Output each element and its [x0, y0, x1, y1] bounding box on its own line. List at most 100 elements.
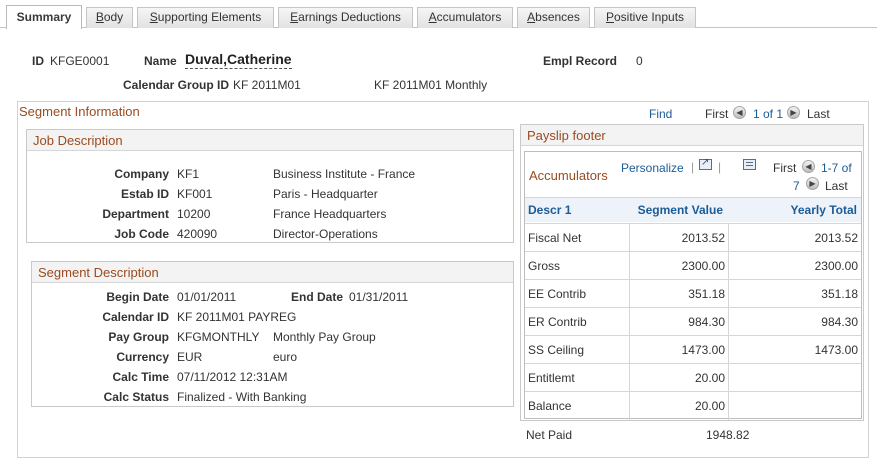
accumulators-grid: Accumulators Personalize | | First ◀ 1-7… — [524, 151, 862, 420]
tab-supporting-accesskey: S — [149, 10, 158, 24]
pay-group-desc: Monthly Pay Group — [273, 330, 376, 344]
yearly-total-cell — [730, 392, 858, 420]
currency-desc: euro — [273, 350, 298, 364]
end-date-value: 01/31/2011 — [349, 290, 409, 304]
chevron-right-icon[interactable]: ▶ — [806, 177, 819, 190]
descr-cell: EE Contrib — [528, 287, 587, 301]
chevron-right-icon[interactable]: ▶ — [787, 106, 800, 119]
column-divider — [629, 392, 630, 420]
column-divider — [728, 392, 729, 420]
tab-earnings-accesskey: E — [290, 10, 299, 24]
job-code-code: 420090 — [177, 227, 218, 241]
yearly-total-cell: 1473.00 — [814, 343, 858, 357]
pay-group-label: Pay Group — [108, 330, 169, 344]
calendar-id-value: KF 2011M01 PAYREG — [177, 310, 297, 324]
grid-header: Descr 1 Segment Value Yearly Total — [525, 197, 861, 222]
empl-record-value: 0 — [636, 54, 643, 68]
table-row: Balance 20.00 — [525, 391, 861, 420]
tab-earnings-deductions[interactable]: Earnings Deductions — [278, 7, 413, 28]
yearly-total-cell — [730, 364, 858, 392]
tab-supporting-elements[interactable]: Supporting Elements — [137, 7, 274, 28]
yearly-total-cell: 984.30 — [821, 315, 858, 329]
company-code: KF1 — [177, 167, 200, 181]
column-yearly-total[interactable]: Yearly Total — [729, 198, 857, 223]
department-code: 10200 — [177, 207, 211, 221]
accumulators-title: Accumulators — [529, 168, 608, 183]
job-description-box: Job Description — [26, 129, 514, 243]
tab-supporting-label: upporting Elements — [157, 10, 262, 24]
segment-value-cell: 1473.00 — [681, 343, 725, 357]
column-divider — [728, 364, 729, 392]
job-code-label: Job Code — [114, 227, 169, 241]
tab-accumulators[interactable]: Accumulators — [417, 7, 513, 28]
tab-positive-label: ositive Inputs — [613, 10, 685, 24]
tab-absences-accesskey: A — [527, 10, 536, 24]
column-descr[interactable]: Descr 1 — [528, 198, 571, 223]
yearly-total-cell: 2300.00 — [814, 259, 858, 273]
tab-body-label: ody — [103, 10, 124, 24]
job-description-title: Job Description — [27, 130, 513, 151]
segment-description-title: Segment Description — [32, 262, 513, 283]
descr-cell: Balance — [528, 399, 572, 413]
spreadsheet-icon[interactable] — [743, 159, 757, 170]
descr-cell: Entitlemt — [528, 371, 575, 385]
grid-first-label: First — [773, 161, 797, 175]
net-paid-label: Net Paid — [526, 428, 573, 442]
chevron-left-icon[interactable]: ◀ — [733, 106, 746, 119]
id-value: KFGE0001 — [50, 54, 110, 68]
zoom-icon[interactable] — [699, 157, 712, 170]
column-divider — [728, 280, 729, 308]
begin-date-label: Begin Date — [106, 290, 169, 304]
descr-cell: SS Ceiling — [528, 343, 585, 357]
table-row: Entitlemt 20.00 — [525, 363, 861, 392]
grid-last-label: Last — [825, 179, 848, 193]
tab-accumulators-accesskey: A — [428, 10, 437, 24]
yearly-total-cell: 2013.52 — [814, 231, 858, 245]
separator: | — [718, 160, 722, 174]
column-divider — [629, 280, 630, 308]
find-link[interactable]: Find — [649, 107, 672, 121]
column-divider — [629, 224, 630, 252]
column-segment-value[interactable]: Segment Value — [631, 198, 723, 223]
pay-group-value: KFGMONTHLY — [177, 330, 260, 344]
segment-range: 1 of 1 — [753, 107, 784, 121]
currency-value: EUR — [177, 350, 203, 364]
segment-first-label: First — [705, 107, 729, 121]
id-label: ID — [32, 54, 44, 68]
net-paid-value: 1948.82 — [706, 428, 750, 442]
company-label: Company — [114, 167, 169, 181]
grid-range-b: 7 — [793, 179, 800, 193]
table-row: SS Ceiling 1473.00 1473.00 — [525, 335, 861, 364]
segment-last-label: Last — [807, 107, 830, 121]
calc-time-value: 07/11/2012 12:31AM — [177, 370, 288, 384]
column-divider — [728, 336, 729, 364]
segment-value-cell: 20.00 — [694, 399, 725, 413]
tab-body-accesskey: B — [95, 10, 104, 24]
name-label: Name — [144, 54, 177, 68]
tab-positive-inputs[interactable]: Positive Inputs — [594, 7, 696, 28]
begin-date-value: 01/01/2011 — [177, 290, 237, 304]
descr-cell: ER Contrib — [528, 315, 587, 329]
tab-summary[interactable]: Summary — [6, 5, 82, 29]
estab-id-code: KF001 — [177, 187, 213, 201]
table-row: ER Contrib 984.30 984.30 — [525, 307, 861, 336]
yearly-total-cell: 351.18 — [821, 287, 858, 301]
calendar-group-value: KF 2011M01 — [233, 78, 301, 92]
separator: | — [691, 160, 695, 174]
chevron-left-icon[interactable]: ◀ — [802, 160, 815, 173]
column-divider — [728, 308, 729, 336]
calc-status-value: Finalized - With Banking — [177, 390, 307, 404]
personalize-link[interactable]: Personalize — [621, 161, 684, 175]
segment-value-cell: 2013.52 — [681, 231, 725, 245]
job-code-desc: Director-Operations — [273, 227, 378, 241]
employee-name[interactable]: Duval,Catherine — [185, 51, 292, 69]
end-date-label: End Date — [291, 290, 344, 304]
tab-body[interactable]: Body — [86, 7, 133, 28]
descr-cell: Gross — [528, 259, 561, 273]
tab-accumulators-label: ccumulators — [436, 10, 502, 24]
table-row: Gross 2300.00 2300.00 — [525, 251, 861, 280]
tab-absences[interactable]: Absences — [517, 7, 590, 28]
estab-id-label: Estab ID — [120, 187, 169, 201]
currency-label: Currency — [116, 350, 169, 364]
table-row: EE Contrib 351.18 351.18 — [525, 279, 861, 308]
